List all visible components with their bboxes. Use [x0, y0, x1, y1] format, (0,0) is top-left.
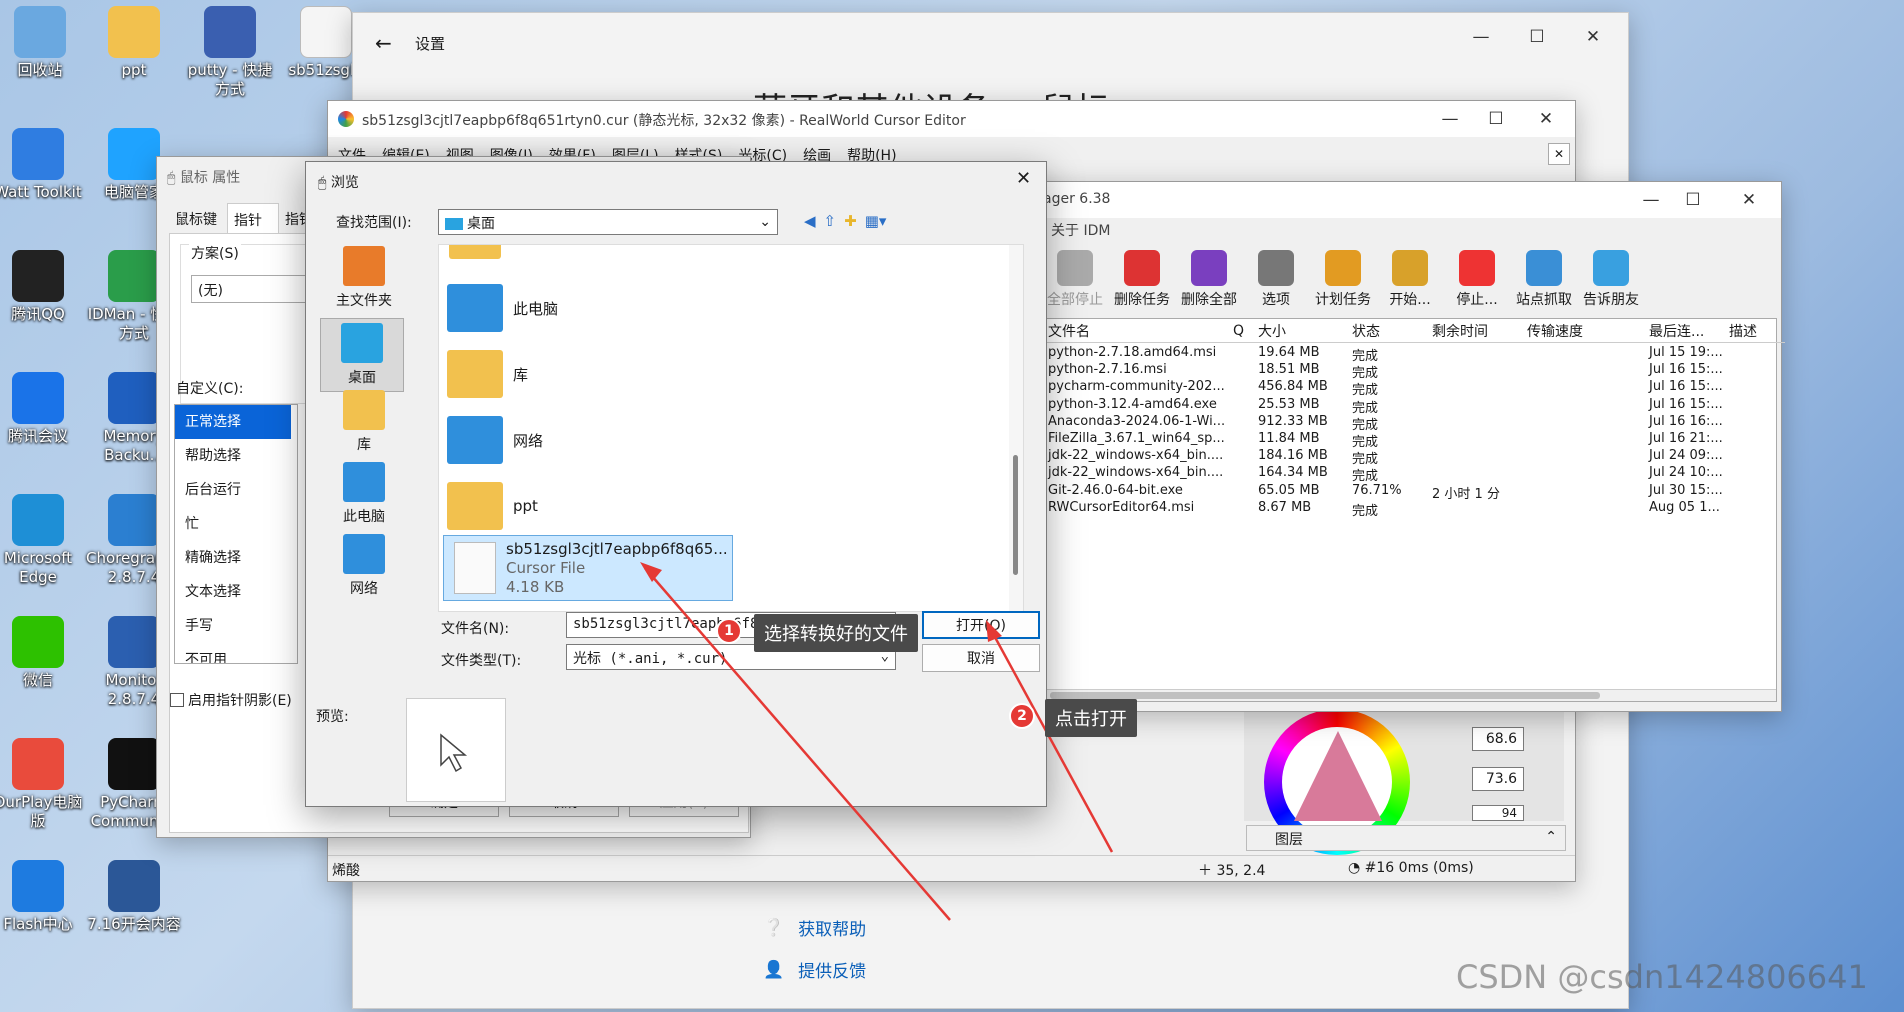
step-badge-1: 1 [716, 618, 742, 644]
annotation-arrows [640, 562, 1114, 921]
step-badge-2: 2 [1009, 703, 1035, 729]
watermark: CSDN @csdn1424806641 [1456, 958, 1868, 996]
step2-callout: 点击打开 [1045, 699, 1137, 737]
step1-callout: 选择转换好的文件 [754, 614, 918, 652]
